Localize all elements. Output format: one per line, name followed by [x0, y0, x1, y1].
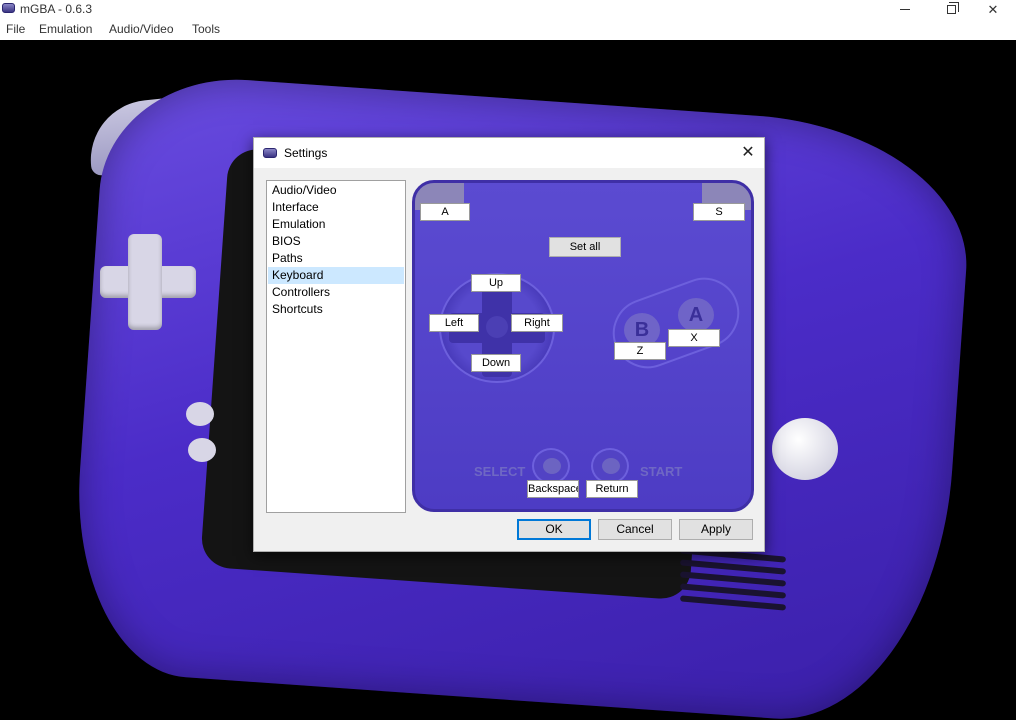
restore-button[interactable]: [928, 0, 974, 19]
key-up-field[interactable]: Up: [471, 274, 521, 292]
window-titlebar: mGBA - 0.6.3 ✕: [0, 0, 1016, 19]
category-paths[interactable]: Paths: [268, 250, 404, 267]
pad-start-button: [591, 448, 629, 484]
category-controllers[interactable]: Controllers: [268, 284, 404, 301]
key-a-field[interactable]: X: [668, 329, 720, 347]
dialog-title: Settings: [284, 146, 328, 160]
apply-button[interactable]: Apply: [679, 519, 753, 540]
ok-button[interactable]: OK: [517, 519, 591, 540]
category-shortcuts[interactable]: Shortcuts: [268, 301, 404, 318]
key-right-field[interactable]: Right: [511, 314, 563, 332]
minimize-button[interactable]: [882, 0, 928, 19]
cancel-button[interactable]: Cancel: [598, 519, 672, 540]
menu-emulation[interactable]: Emulation: [37, 22, 94, 36]
pad-start-label: START: [640, 464, 683, 479]
controller-mapping-panel: B A SELECT START A S Set all Up Left Rig…: [412, 180, 754, 512]
close-icon: ✕: [741, 144, 755, 161]
pad-select-button: [532, 448, 570, 484]
minimize-icon: [900, 9, 910, 10]
key-select-field[interactable]: Backspace: [527, 480, 579, 498]
gba-dpad-vertical: [128, 234, 162, 330]
category-bios[interactable]: BIOS: [268, 233, 404, 250]
category-interface[interactable]: Interface: [268, 199, 404, 216]
category-audio-video[interactable]: Audio/Video: [268, 182, 404, 199]
menu-audio-video[interactable]: Audio/Video: [107, 22, 176, 36]
gba-app-icon: [263, 148, 277, 158]
window-title: mGBA - 0.6.3: [20, 2, 93, 16]
pad-dpad-center: [486, 316, 508, 338]
key-l-field[interactable]: A: [420, 203, 470, 221]
dialog-titlebar: Settings ✕: [254, 138, 764, 168]
gba-a-button-art: [772, 418, 838, 480]
menu-file[interactable]: File: [4, 22, 27, 36]
key-start-field[interactable]: Return: [586, 480, 638, 498]
restore-icon: [946, 2, 959, 14]
settings-dialog: Settings ✕ Audio/Video Interface Emulati…: [253, 137, 765, 552]
settings-category-list: Audio/Video Interface Emulation BIOS Pat…: [266, 180, 406, 513]
key-b-field[interactable]: Z: [614, 342, 666, 360]
close-window-button[interactable]: ✕: [970, 0, 1016, 19]
gba-select-button-art: [186, 402, 214, 426]
gba-start-button-art: [188, 438, 216, 462]
menu-tools[interactable]: Tools: [190, 22, 222, 36]
category-keyboard[interactable]: Keyboard: [268, 267, 404, 284]
key-down-field[interactable]: Down: [471, 354, 521, 372]
pad-a-button: A: [678, 298, 714, 332]
gba-app-icon: [2, 3, 15, 13]
close-icon: ✕: [987, 1, 999, 17]
pad-select-label: SELECT: [474, 464, 526, 479]
menu-bar: File Emulation Audio/Video Tools: [0, 19, 1016, 40]
key-left-field[interactable]: Left: [429, 314, 479, 332]
category-emulation[interactable]: Emulation: [268, 216, 404, 233]
dialog-close-button[interactable]: ✕: [736, 142, 760, 164]
set-all-button[interactable]: Set all: [549, 237, 621, 257]
key-r-field[interactable]: S: [693, 203, 745, 221]
